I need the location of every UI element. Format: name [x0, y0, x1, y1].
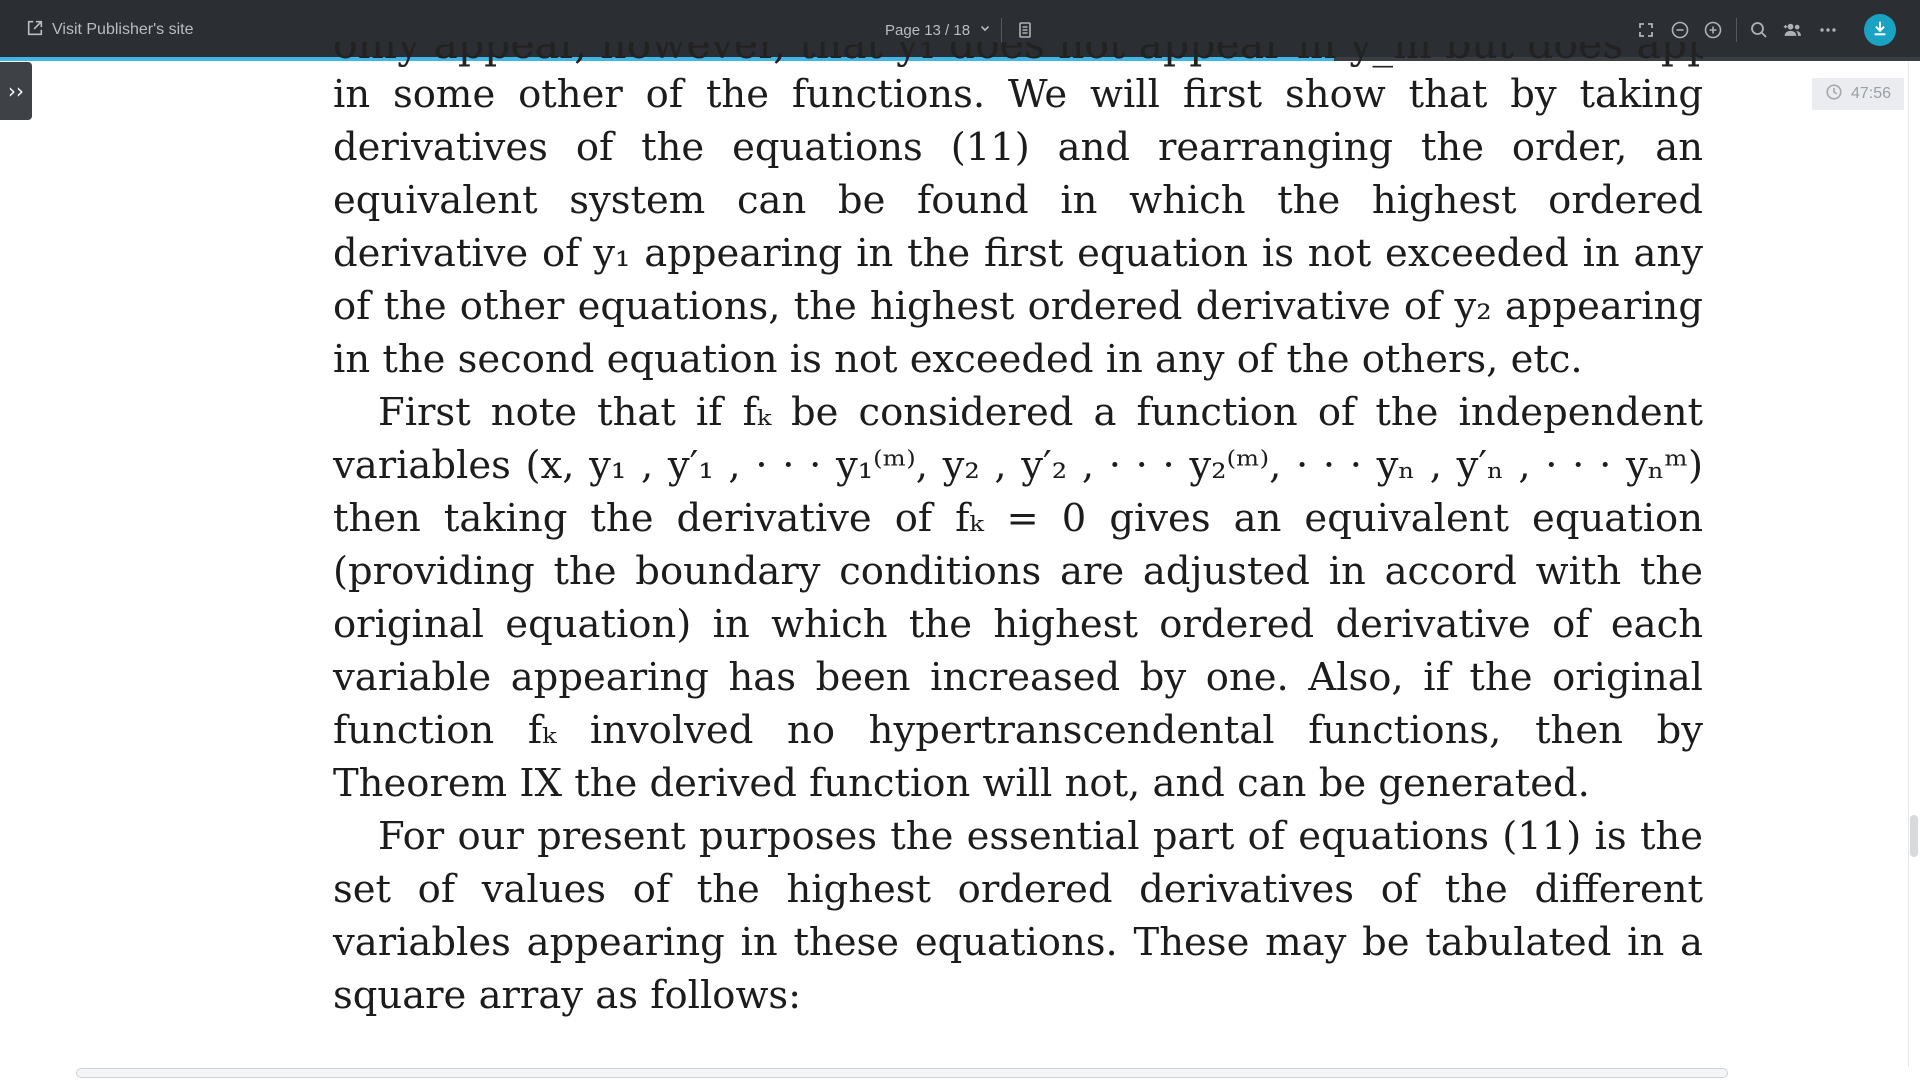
visit-publisher-label: Visit Publisher's site — [52, 21, 194, 38]
add-user-icon[interactable] — [1781, 18, 1805, 42]
double-chevron-right-icon: ›› — [8, 79, 24, 103]
paragraph-3: For our present purposes the essential p… — [333, 814, 1703, 1018]
paragraph-1: in some other of the functions. We will … — [333, 72, 1703, 382]
external-link-icon — [26, 19, 44, 42]
chevron-down-icon — [978, 21, 992, 39]
zoom-in-icon[interactable] — [1701, 18, 1725, 42]
partial-text-line: only appear, however, that y₁ does not a… — [333, 42, 1703, 68]
vertical-scrollbar-thumb[interactable] — [1910, 815, 1918, 857]
sidebar-toggle-button[interactable]: ›› — [0, 62, 32, 120]
document-page: only appear, however, that y₁ does not a… — [333, 42, 1703, 1022]
fullscreen-icon[interactable] — [1634, 18, 1658, 42]
page-edge — [1908, 62, 1909, 1067]
page-view-icon[interactable] — [1013, 18, 1037, 42]
toolbar-divider — [1001, 18, 1002, 42]
zoom-out-icon[interactable] — [1668, 18, 1692, 42]
page-indicator: Page 13 / 18 — [885, 21, 971, 39]
search-icon[interactable] — [1747, 18, 1771, 42]
toolbar-divider — [1736, 18, 1737, 42]
horizontal-scrollbar[interactable] — [76, 1068, 1728, 1078]
page-selector[interactable]: Page 13 / 18 — [885, 18, 992, 42]
reading-timer: 47:56 — [1812, 78, 1904, 110]
more-icon[interactable] — [1816, 18, 1840, 42]
download-button[interactable] — [1864, 14, 1896, 46]
clock-icon — [1825, 83, 1843, 106]
paragraph-2: First note that if fₖ be considered a fu… — [333, 390, 1703, 806]
timer-text: 47:56 — [1850, 85, 1892, 102]
download-icon — [1871, 19, 1889, 42]
visit-publisher-link[interactable]: Visit Publisher's site — [26, 18, 193, 42]
